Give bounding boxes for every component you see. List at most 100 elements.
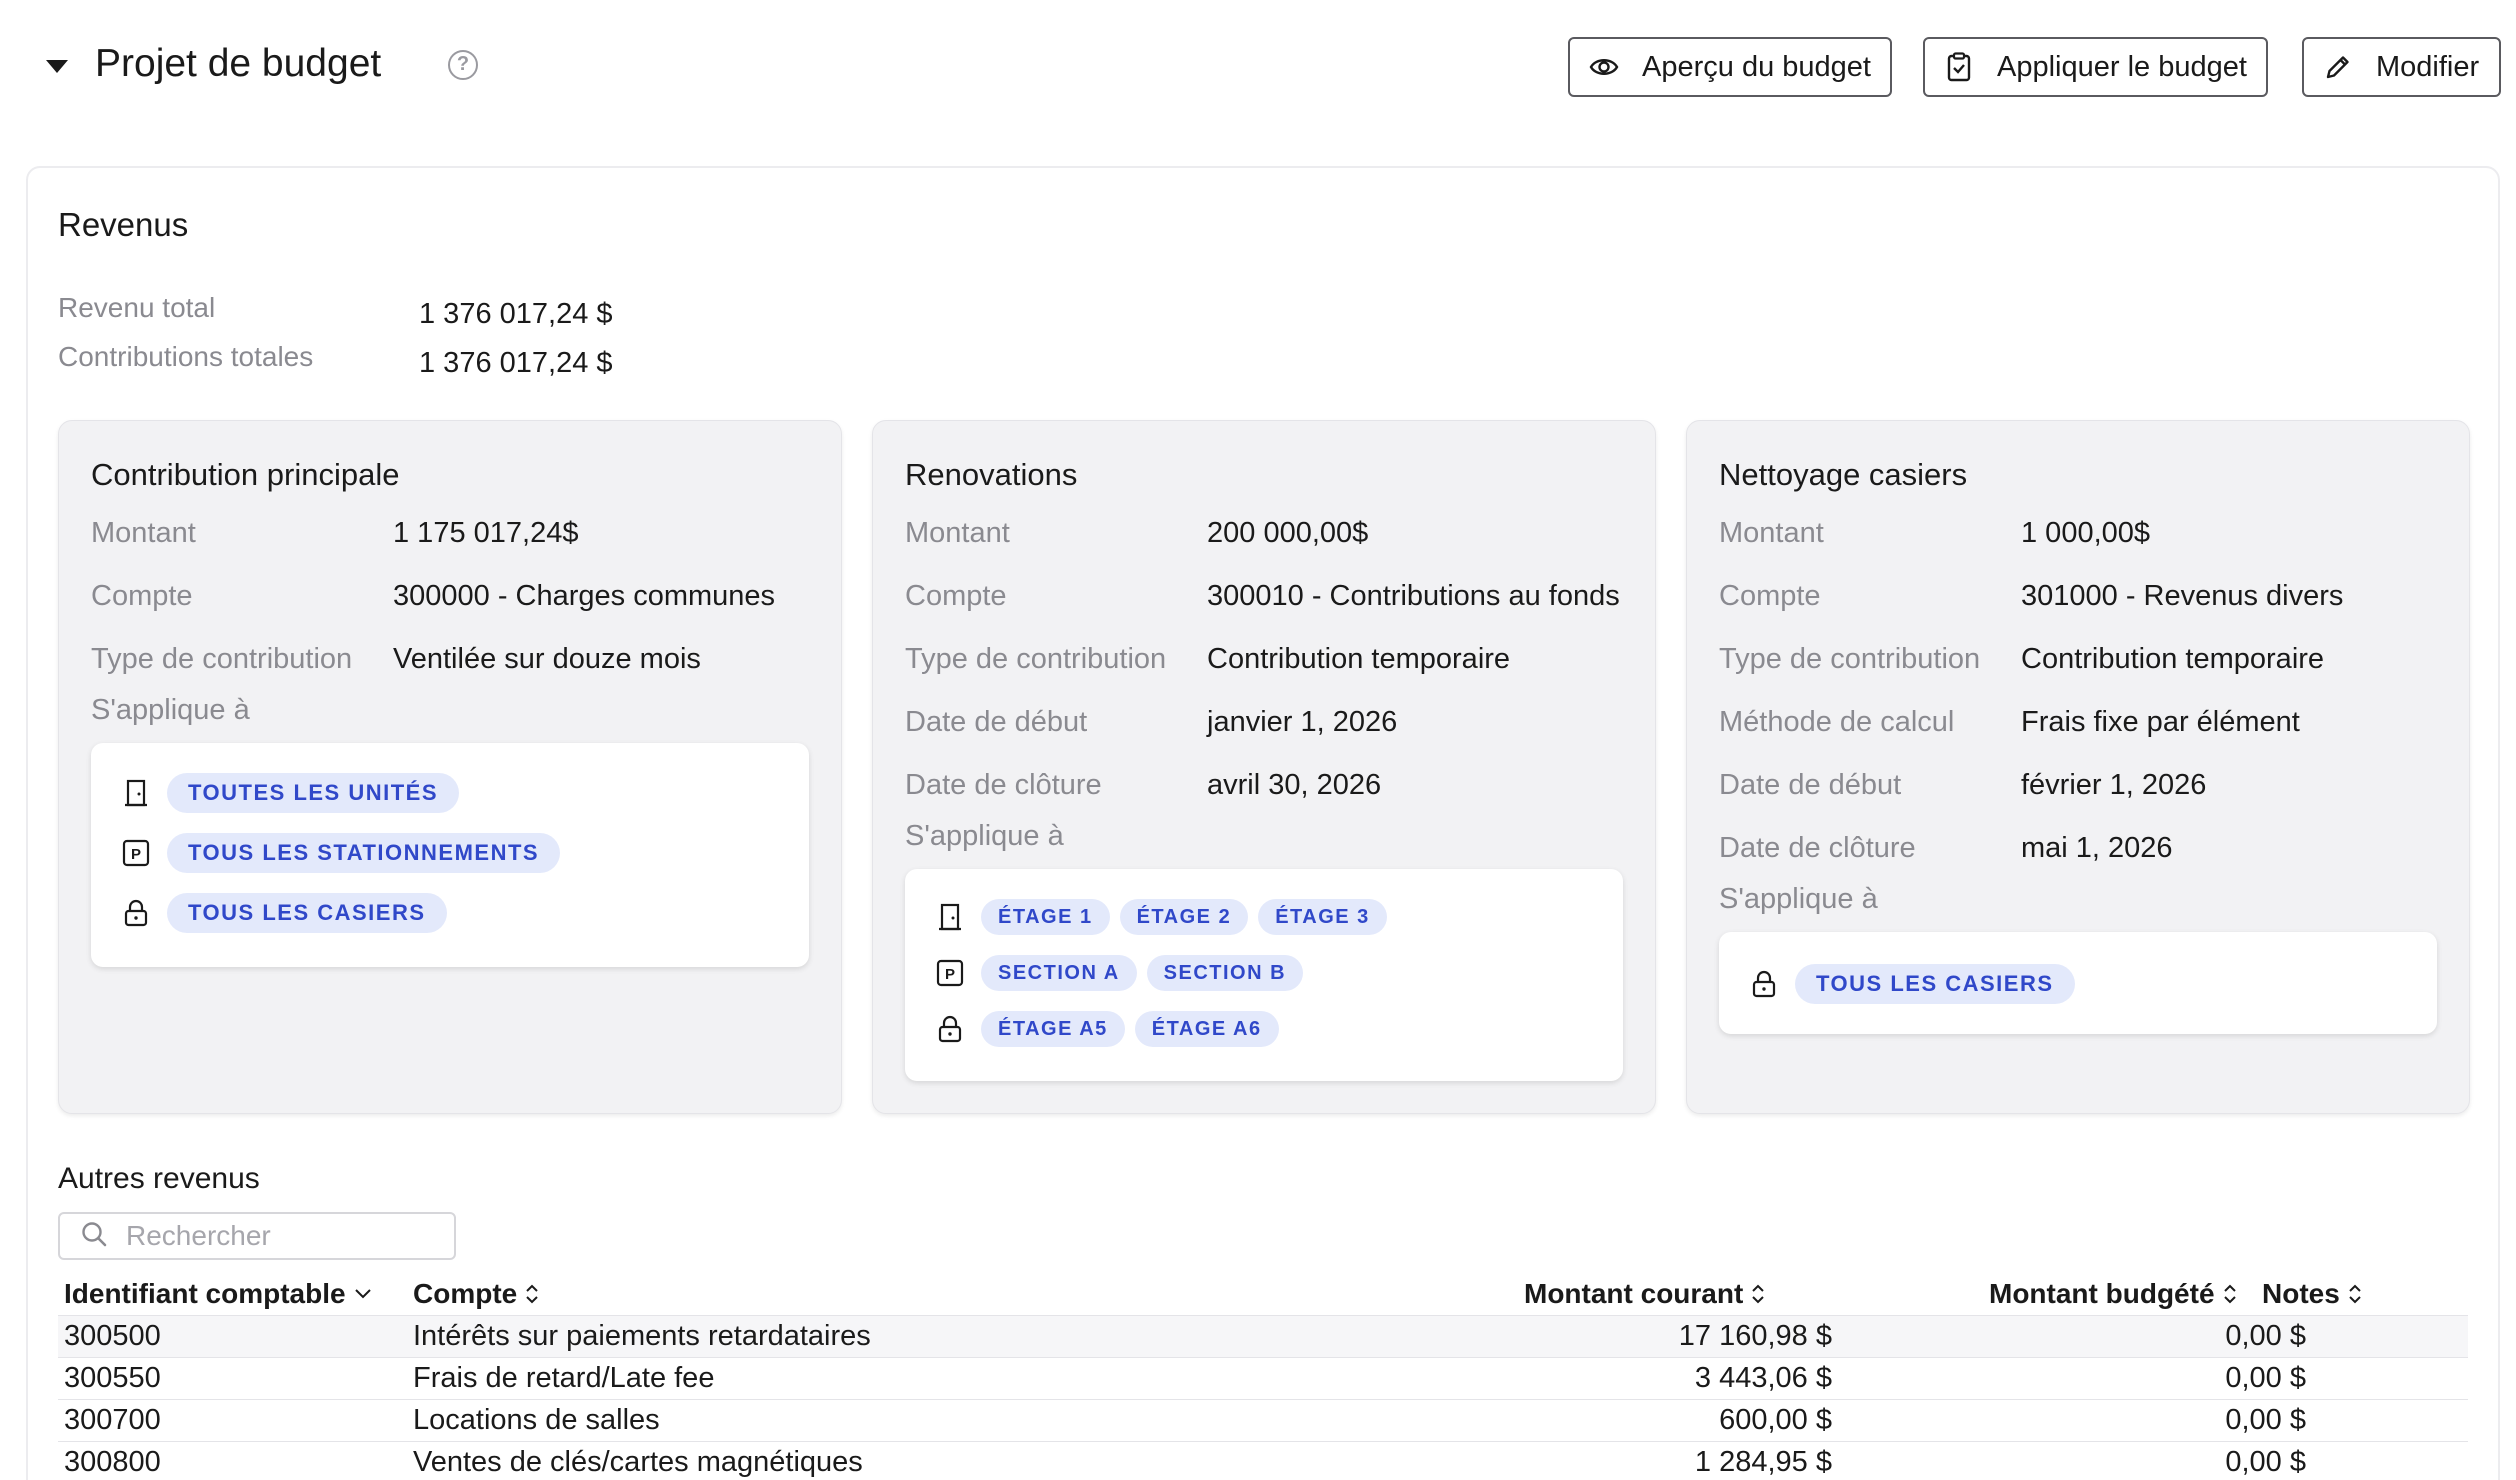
field-label: Type de contribution [1719,643,1981,675]
field-value: 1 175 017,24$ [393,517,579,549]
lock-icon [1749,969,1779,999]
search-icon [80,1220,108,1253]
pencil-icon [2322,51,2354,83]
contribution-card-nettoyage: Nettoyage casiers Montant 1 000,00$ Comp… [1686,420,2470,1114]
eye-icon [1588,51,1620,83]
column-header-label: Compte [413,1278,518,1309]
lock-icon [121,898,151,928]
field-value: mai 1, 2026 [2021,832,2173,864]
column-header-label: Identifiant comptable [64,1278,346,1309]
field-value: Contribution temporaire [2021,643,2325,675]
column-header-account[interactable]: Compte [413,1278,539,1310]
field-label: Montant [905,517,1010,549]
applies-tag: TOUTES LES UNITÉS [167,773,460,813]
cell-current: 17 160,98 $ [1678,1320,1832,1352]
field-label: Date de clôture [905,769,1102,801]
applies-to-label: S'applique à [905,820,1064,852]
sort-icon [1751,1283,1765,1305]
edit-button[interactable]: Modifier [2302,37,2501,97]
sort-icon [2348,1283,2362,1305]
applies-tag: TOUS LES CASIERS [1795,964,2075,1004]
field-value: février 1, 2026 [2021,769,2207,801]
field-value: 300010 - Contributions au fonds [1207,580,1620,612]
field-value: Frais fixe par élément [2021,706,2300,738]
field-value: Contribution temporaire [1207,643,1511,675]
applies-tag: ÉTAGE 3 [1258,899,1387,935]
cell-id: 300550 [64,1362,161,1394]
total-revenue-value: 1 376 017,24 $ [419,298,613,330]
cell-budgeted: 0,00 $ [2225,1320,2306,1352]
contribution-card-title: Renovations [905,457,1078,492]
cell-budgeted: 0,00 $ [2225,1404,2306,1436]
apply-budget-label: Appliquer le budget [1997,50,2247,83]
parking-icon: P [121,838,151,868]
cell-budgeted: 0,00 $ [2225,1362,2306,1394]
page-title: Projet de budget [95,42,382,85]
revenus-title: Revenus [58,206,189,243]
applies-tag: SECTION A [981,955,1137,991]
column-header-id[interactable]: Identifiant comptable [64,1278,372,1310]
sort-icon [525,1283,539,1305]
table-row[interactable]: 300500 Intérêts sur paiements retardatai… [58,1315,2468,1357]
applies-to-box: ÉTAGE 1 ÉTAGE 2 ÉTAGE 3 P SECTION A SECT… [905,869,1623,1081]
field-label: Méthode de calcul [1719,706,1955,738]
cell-id: 300800 [64,1446,161,1478]
contribution-card-title: Nettoyage casiers [1719,457,1968,492]
search-input[interactable] [126,1220,446,1252]
field-label: Type de contribution [91,643,353,675]
total-revenue-label: Revenu total [58,292,216,323]
column-header-current-amount[interactable]: Montant courant [1524,1278,1765,1310]
cell-id: 300500 [64,1320,161,1352]
applies-row: P TOUS LES STATIONNEMENTS [121,833,570,873]
cell-current: 600,00 $ [1719,1404,1832,1436]
field-value: 200 000,00$ [1207,517,1369,549]
contribution-card-principale: Contribution principale Montant 1 175 01… [58,420,842,1114]
preview-budget-button[interactable]: Aperçu du budget [1568,37,1892,97]
apply-budget-button[interactable]: Appliquer le budget [1923,37,2268,97]
applies-to-box: TOUS LES CASIERS [1719,932,2437,1034]
applies-tag: TOUS LES CASIERS [167,893,447,933]
other-revenue-title: Autres revenus [58,1162,260,1195]
applies-tag: TOUS LES STATIONNEMENTS [167,833,561,873]
column-header-notes[interactable]: Notes [2262,1278,2362,1310]
svg-text:P: P [131,846,141,863]
cell-budgeted: 0,00 $ [2225,1446,2306,1478]
applies-to-label: S'applique à [1719,883,1878,915]
applies-row: P SECTION A SECTION B [935,955,1313,991]
contribution-card-title: Contribution principale [91,457,400,492]
field-value: 1 000,00$ [2021,517,2151,549]
lock-icon [935,1014,965,1044]
cell-id: 300700 [64,1404,161,1436]
total-contributions-value: 1 376 017,24 $ [419,347,613,379]
applies-tag: ÉTAGE A5 [981,1011,1125,1047]
cell-account: Frais de retard/Late fee [413,1362,715,1394]
field-label: Compte [91,580,193,612]
field-label: Montant [1719,517,1824,549]
contribution-card-renovations: Renovations Montant 200 000,00$ Compte 3… [872,420,1656,1114]
field-value: janvier 1, 2026 [1207,706,1398,738]
column-header-label: Montant courant [1524,1278,1744,1309]
help-icon[interactable]: ? [448,50,478,80]
applies-tag: ÉTAGE 1 [981,899,1110,935]
field-label: Montant [91,517,196,549]
cell-account: Locations de salles [413,1404,660,1436]
table-row[interactable]: 300550 Frais de retard/Late fee 3 443,06… [58,1357,2468,1399]
field-label: Type de contribution [905,643,1167,675]
applies-row: TOUTES LES UNITÉS [121,773,469,813]
applies-row: TOUS LES CASIERS [1749,964,2085,1004]
column-header-label: Notes [2262,1278,2340,1309]
door-icon [935,902,965,932]
field-label: Compte [1719,580,1821,612]
applies-tag: ÉTAGE A6 [1134,1011,1279,1047]
applies-to-label: S'applique à [91,694,250,726]
collapse-caret-icon[interactable] [46,60,68,73]
applies-row: ÉTAGE 1 ÉTAGE 2 ÉTAGE 3 [935,899,1397,935]
table-row[interactable]: 300700 Locations de salles 600,00 $ 0,00… [58,1399,2468,1441]
table-row[interactable]: 300800 Ventes de clés/cartes magnétiques… [58,1441,2468,1480]
applies-tag: ÉTAGE 2 [1119,899,1249,935]
cell-current: 1 284,95 $ [1694,1446,1832,1478]
column-header-budgeted-amount[interactable]: Montant budgété [1989,1278,2237,1310]
parking-icon: P [935,958,965,988]
sort-icon [2223,1283,2237,1305]
chevron-down-icon [354,1288,372,1300]
